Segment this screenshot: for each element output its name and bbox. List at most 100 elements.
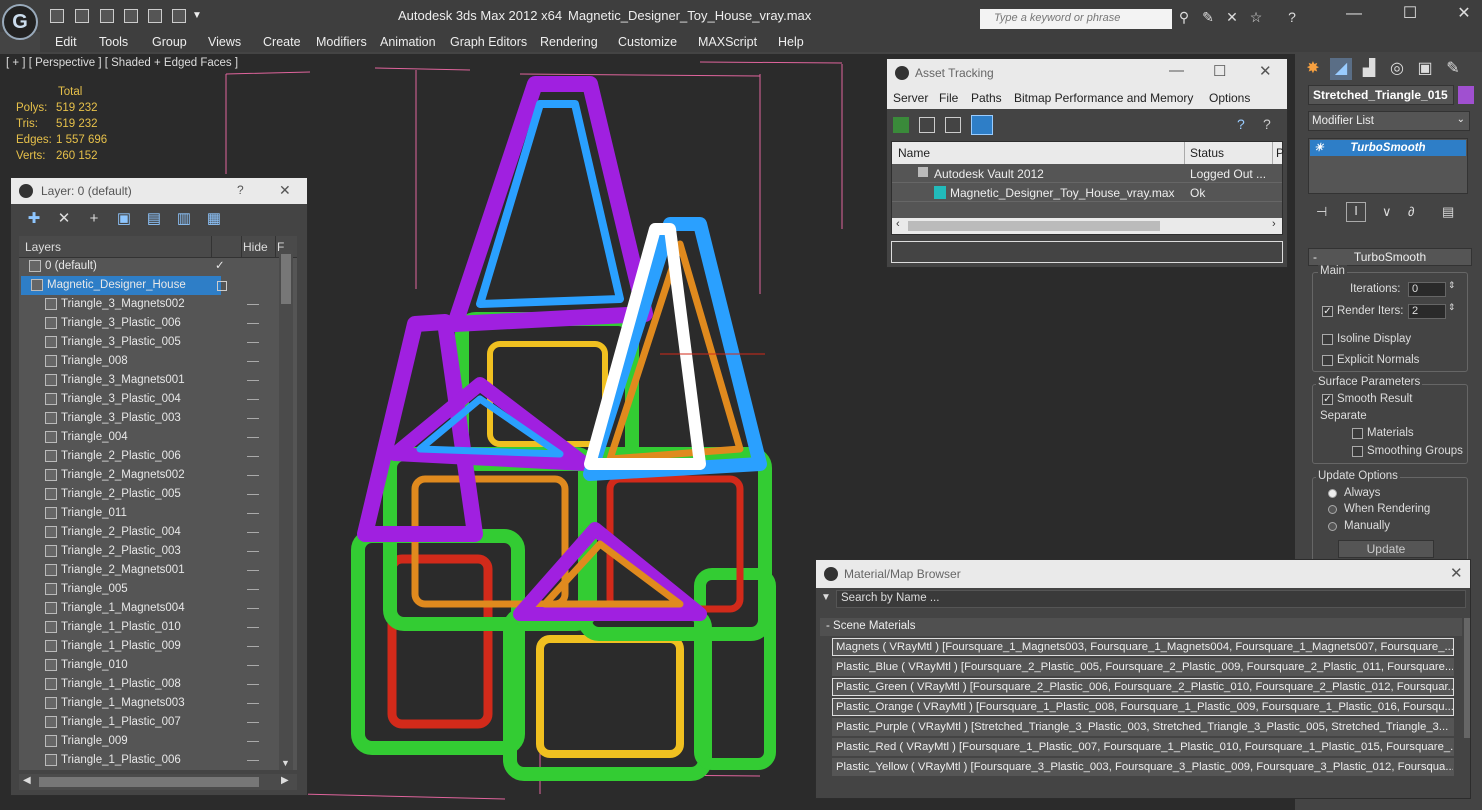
add-to-layer-icon[interactable]: + — [85, 210, 103, 228]
new-file-icon[interactable] — [50, 9, 64, 23]
highlight-layer-icon[interactable]: ▤ — [145, 210, 163, 228]
scrollbar-thumb[interactable] — [39, 777, 259, 787]
material-row[interactable]: Plastic_Green ( VRayMtl ) [Foursquare_2_… — [832, 678, 1454, 696]
app-logo-icon[interactable]: G — [2, 4, 38, 40]
layer-row[interactable]: Triangle_008 — [19, 352, 281, 371]
layer-row[interactable]: Triangle_3_Plastic_003 — [19, 409, 281, 428]
material-row[interactable]: Plastic_Orange ( VRayMtl ) [Foursquare_1… — [832, 698, 1454, 716]
hide-toggle[interactable] — [247, 665, 259, 666]
menu-edit[interactable]: Edit — [55, 35, 77, 49]
layer-row[interactable]: Triangle_3_Magnets001 — [19, 371, 281, 390]
materials-checkbox[interactable] — [1352, 428, 1363, 439]
modify-tab-icon[interactable]: ◢ — [1330, 58, 1352, 80]
material-row[interactable]: Plastic_Purple ( VRayMtl ) [Stretched_Tr… — [832, 718, 1454, 736]
layer-row[interactable]: 0 (default) ✓ — [19, 257, 281, 276]
menu-graph-editors[interactable]: Graph Editors — [450, 35, 527, 49]
minimize-button[interactable]: — — [1336, 4, 1372, 26]
layer-row[interactable]: Triangle_3_Magnets002 — [19, 295, 281, 314]
menu-animation[interactable]: Animation — [380, 35, 436, 49]
hide-toggle[interactable] — [217, 281, 227, 291]
asset-horizontal-scrollbar[interactable]: ‹ › — [892, 218, 1282, 234]
layer-row[interactable]: Triangle_011 — [19, 504, 281, 523]
hide-toggle[interactable] — [247, 741, 259, 742]
turbosmooth-rollout-header[interactable]: - TurboSmooth — [1308, 248, 1472, 266]
help-icon[interactable]: ? — [1284, 9, 1300, 25]
make-unique-icon[interactable]: ∨ — [1382, 204, 1392, 220]
material-search-input[interactable]: Search by Name ... — [836, 590, 1466, 608]
lightbulb-icon[interactable]: ☀ — [1314, 140, 1324, 156]
hide-toggle[interactable] — [247, 456, 259, 457]
spinner-arrows-icon[interactable]: ⇕ — [1448, 302, 1456, 313]
asset-menu-server[interactable]: Server — [893, 91, 928, 105]
scroll-right-icon[interactable]: › — [1272, 218, 1276, 230]
asset-menu-file[interactable]: File — [939, 91, 958, 105]
material-row[interactable]: Plastic_Blue ( VRayMtl ) [Foursquare_2_P… — [832, 658, 1454, 676]
menu-modifiers[interactable]: Modifiers — [316, 35, 367, 49]
undo-icon[interactable] — [100, 9, 114, 23]
layer-row[interactable]: Triangle_2_Plastic_005 — [19, 485, 281, 504]
hide-toggle[interactable] — [247, 589, 259, 590]
layer-row[interactable]: Triangle_2_Plastic_006 — [19, 447, 281, 466]
layer-row[interactable]: Triangle_2_Plastic_004 — [19, 523, 281, 542]
quick-access-dropdown-icon[interactable]: ▼ — [192, 10, 202, 21]
hide-toggle[interactable] — [247, 304, 259, 305]
help-icon[interactable]: ? — [1237, 116, 1245, 132]
menu-group[interactable]: Group — [152, 35, 187, 49]
layer-row[interactable]: Triangle_3_Plastic_004 — [19, 390, 281, 409]
layer-close-button[interactable]: ✕ — [279, 182, 291, 199]
layer-row[interactable]: Triangle_3_Plastic_006 — [19, 314, 281, 333]
stack-item-turbosmooth[interactable]: ☀ TurboSmooth — [1310, 140, 1466, 156]
scrollbar-thumb[interactable] — [281, 254, 291, 304]
table-row[interactable]: Magnetic_Designer_Toy_House_vray.max Ok — [892, 184, 1282, 202]
utilities-tab-icon[interactable]: ✎ — [1442, 58, 1464, 80]
layer-row[interactable]: Triangle_1_Magnets004 — [19, 599, 281, 618]
hide-toggle[interactable] — [247, 418, 259, 419]
update-button[interactable]: Update — [1338, 540, 1434, 558]
modifier-list-dropdown[interactable]: Modifier List ⌄ — [1308, 111, 1470, 131]
binoculars-icon[interactable]: ⚲ — [1176, 9, 1192, 25]
pin-stack-icon[interactable]: ⊣ — [1316, 204, 1327, 220]
layer-row[interactable]: Triangle_3_Plastic_005 — [19, 333, 281, 352]
iterations-spinner[interactable]: 0 — [1408, 282, 1446, 297]
hide-toggle[interactable] — [247, 342, 259, 343]
communication-center-icon[interactable]: ✎ — [1200, 9, 1216, 25]
render-iters-spinner[interactable]: 2 — [1408, 304, 1446, 319]
scroll-right-icon[interactable]: ▶ — [281, 775, 289, 786]
favorites-star-icon[interactable]: ☆ — [1248, 9, 1264, 25]
col-name[interactable]: Name — [898, 146, 930, 160]
layer-vertical-scrollbar[interactable]: ▼ — [279, 250, 293, 770]
layer-row[interactable]: Triangle_004 — [19, 428, 281, 447]
scroll-left-icon[interactable]: ◀ — [23, 775, 31, 786]
object-name-field[interactable]: Stretched_Triangle_015 — [1308, 85, 1454, 105]
hide-toggle[interactable] — [247, 475, 259, 476]
layer-row[interactable]: Triangle_1_Plastic_010 — [19, 618, 281, 637]
hide-toggle[interactable] — [247, 627, 259, 628]
layer-help-button[interactable]: ? — [237, 183, 244, 197]
exchange-icon[interactable]: ✕ — [1224, 9, 1240, 25]
hide-toggle[interactable]: ✓ — [215, 257, 227, 276]
menu-customize[interactable]: Customize — [618, 35, 677, 49]
col-status[interactable]: Status — [1190, 146, 1224, 160]
hide-toggle[interactable] — [247, 684, 259, 685]
hide-all-icon[interactable]: ▥ — [175, 210, 193, 228]
options-dropdown-icon[interactable]: ▼ — [821, 592, 831, 603]
detail-view-icon[interactable] — [945, 117, 961, 133]
layer-row[interactable]: Triangle_1_Plastic_007 — [19, 713, 281, 732]
scroll-left-icon[interactable]: ‹ — [896, 218, 900, 230]
hide-toggle[interactable] — [247, 722, 259, 723]
hide-toggle[interactable] — [247, 703, 259, 704]
asset-minimize-button[interactable]: — — [1169, 62, 1184, 79]
hide-toggle[interactable] — [247, 323, 259, 324]
layer-row[interactable]: Triangle_2_Magnets001 — [19, 561, 281, 580]
asset-menu-options[interactable]: Options — [1209, 91, 1250, 105]
create-layer-icon[interactable]: ✚ — [25, 210, 43, 228]
manually-radio[interactable] — [1328, 522, 1337, 531]
hierarchy-tab-icon[interactable]: ▟ — [1358, 58, 1380, 80]
col-hide[interactable]: Hide — [243, 240, 268, 254]
asset-status-field[interactable] — [891, 241, 1283, 263]
hold-icon[interactable] — [148, 9, 162, 23]
material-row[interactable]: Magnets ( VRayMtl ) [Foursquare_1_Magnet… — [832, 638, 1454, 656]
material-browser-close-button[interactable]: ✕ — [1450, 564, 1463, 582]
maximize-button[interactable]: ☐ — [1392, 4, 1428, 26]
search-input[interactable]: Type a keyword or phrase — [980, 9, 1172, 29]
